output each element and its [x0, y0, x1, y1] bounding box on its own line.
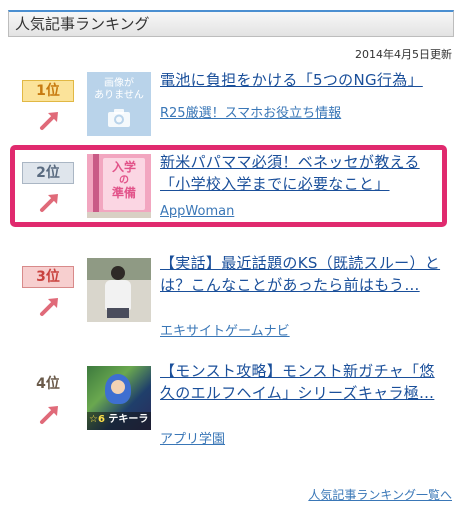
rank-badge-3: 3位: [22, 266, 74, 288]
article-title-link[interactable]: 新米パパママ必須！ベネッセが教える「小学校入学までに必要なこと」: [160, 151, 445, 195]
thumb-text: 画像が: [104, 78, 134, 89]
article-thumbnail[interactable]: [87, 258, 151, 322]
article-source-link[interactable]: エキサイトゲームナビ: [160, 320, 290, 339]
ranking-list-link[interactable]: 人気記事ランキング一覧へ: [308, 486, 452, 503]
article-source-link[interactable]: AppWoman: [160, 204, 234, 219]
article-title-link[interactable]: 【実話】最近話題のKS（既読スルー）とは？こんなことがあったら前はもう…: [160, 252, 445, 296]
thumb-text: テキーラ: [108, 414, 149, 425]
article-title-link[interactable]: 【モンスト攻略】モンスト新ガチャ「悠久のエルフヘイム」シリーズキャラ極…: [160, 360, 445, 404]
trend-up-arrow-icon: [40, 298, 58, 316]
ranking-item-3: 3位 【実話】最近話題のKS（既読スルー）とは？こんなことがあったら前はもう… …: [0, 254, 460, 354]
updated-date: 2014年4月5日更新: [355, 48, 452, 61]
no-image-thumbnail[interactable]: 画像が ありません: [87, 72, 151, 136]
trend-up-arrow-icon: [40, 406, 58, 424]
thumb-text: ☆6: [89, 414, 105, 425]
camera-icon: [108, 109, 130, 127]
article-source-link[interactable]: R25厳選！スマホお役立ち情報: [160, 102, 341, 121]
ranking-item-4: 4位 ☆6 テキーラ 【モンスト攻略】モンスト新ガチャ「悠久のエルフヘイム」シリ…: [0, 362, 460, 462]
article-thumbnail[interactable]: ☆6 テキーラ: [87, 366, 151, 430]
thumb-text: 入学: [111, 160, 136, 174]
thumb-text: ありません: [94, 90, 144, 101]
trend-up-arrow-icon: [40, 194, 58, 212]
ranking-item-2: 2位 入学 の 準備 新米パパママ必須！ベネッセが教える「小学校入学までに必要な…: [0, 151, 460, 250]
article-title-link[interactable]: 電池に負担をかける「5つのNG行為」: [160, 69, 445, 91]
rank-badge-1: 1位: [22, 80, 74, 102]
article-source-link[interactable]: アプリ学園: [160, 428, 225, 447]
thumb-text: 準備: [111, 186, 136, 200]
article-thumbnail[interactable]: 入学 の 準備: [87, 154, 151, 218]
thumb-text: の: [119, 175, 129, 186]
rank-badge-2: 2位: [22, 162, 74, 184]
rank-badge-4: 4位: [36, 376, 60, 392]
ranking-title: 人気記事ランキング: [8, 10, 454, 37]
trend-up-arrow-icon: [40, 112, 58, 130]
